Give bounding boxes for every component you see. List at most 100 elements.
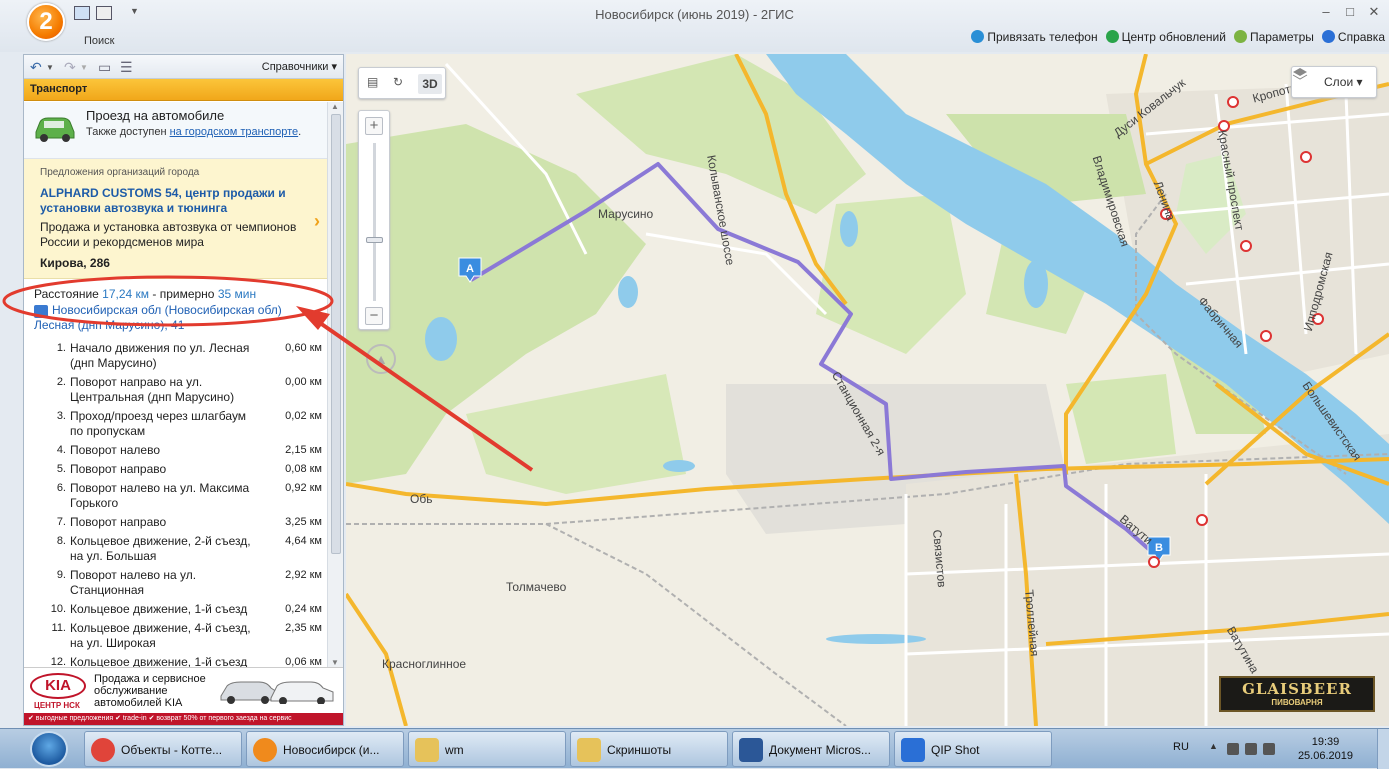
title-bar: 2 ▼ Поиск Новосибирск (июнь 2019) - 2ГИС… [0, 0, 1389, 52]
route-step-text: Начало движения по ул. Лесная (днп Марус… [70, 341, 250, 370]
tray-expand-icon[interactable]: ▲ [1209, 741, 1218, 751]
close-button[interactable]: ✕ [1363, 4, 1385, 20]
link-phone-button[interactable]: Привязать телефон [971, 30, 1098, 44]
zoom-track[interactable] [373, 143, 376, 301]
taskbar-item-label: Новосибирск (и... [283, 743, 380, 757]
clock-time: 19:39 [1311, 736, 1340, 748]
settings-label: Параметры [1249, 30, 1314, 44]
scrollbar-thumb[interactable] [331, 114, 341, 554]
list-icon[interactable]: ☰ [120, 59, 133, 76]
route-step-text: Поворот направо на ул. Центральная (днп … [70, 375, 235, 404]
update-icon [1105, 30, 1119, 43]
taskbar-item-label: QIP Shot [931, 743, 980, 757]
glaisbeer-ad[interactable]: GLAISBEER ПИВОВАРНЯ [1219, 676, 1375, 712]
route-step[interactable]: 3. Проход/проезд через шлагбаум по пропус… [24, 409, 328, 443]
search-tab[interactable]: Поиск [84, 35, 114, 47]
route-step-distance: 2,35 км [285, 622, 322, 634]
print-panel-icon[interactable]: ▭ [98, 59, 111, 76]
route-step-distance: 2,15 км [285, 444, 322, 456]
show-desktop-button[interactable] [1377, 729, 1389, 769]
route-step[interactable]: 7. Поворот направо 3,25 км [24, 515, 328, 534]
maximize-button[interactable]: □ [1339, 4, 1361, 20]
panel-scrollbar[interactable]: ▲ ▼ [327, 102, 343, 667]
3d-button[interactable]: 3D [418, 74, 442, 94]
route-step[interactable]: 8. Кольцевое движение, 2-й съезд, на ул. … [24, 534, 328, 568]
map-tools: ▤ ↻ 3D [358, 67, 446, 99]
route-step-distance: 0,06 км [285, 656, 322, 667]
route-step[interactable]: 6. Поворот налево на ул. Максима Горького… [24, 481, 328, 515]
route-step-distance: 3,25 км [285, 516, 322, 528]
route-step-text: Поворот налево на ул. Максима Горького [70, 481, 250, 510]
ruler-icon[interactable]: ▤ [367, 75, 378, 89]
taskbar-item-word[interactable]: Документ Micros... [732, 731, 890, 767]
car-route-title: Проезд на автомобиле [86, 108, 225, 123]
kia-logo: KIA [30, 673, 86, 699]
network-icon[interactable] [1227, 743, 1239, 755]
taskbar-item-screenshots[interactable]: Скриншоты [570, 731, 728, 767]
map-view[interactable]: A B Марусино Колыванское шоссе Станционн… [346, 54, 1389, 726]
settings-button[interactable]: Параметры [1233, 30, 1314, 44]
route-step-number: 11. [51, 622, 66, 634]
route-step[interactable]: 2. Поворот направо на ул. Центральная (дн… [24, 375, 328, 409]
app-window: 2 ▼ Поиск Новосибирск (июнь 2019) - 2ГИС… [0, 0, 1389, 728]
layers-icon [1292, 68, 1308, 80]
route-step-text: Кольцевое движение, 2-й съезд, на ул. Бо… [70, 534, 251, 563]
route-step-number: 12. [50, 656, 66, 667]
route-start-address[interactable]: Новосибирская обл (Новосибирская обл) Ле… [24, 303, 328, 335]
start-button[interactable] [30, 731, 68, 767]
scroll-up-icon[interactable]: ▲ [331, 102, 339, 111]
route-steps: 1. Начало движения по ул. Лесная (днп Мар… [24, 335, 328, 667]
back-icon[interactable]: ↶ [30, 59, 42, 76]
layers-button[interactable]: Слои ▾ [1291, 66, 1377, 98]
route-step[interactable]: 11. Кольцевое движение, 4-й съезд, на ул.… [24, 621, 328, 655]
map-label-tolmachevo: Толмачево [506, 580, 567, 594]
route-step-text: Проход/проезд через шлагбаум по пропуска… [70, 409, 247, 438]
update-center-label: Центр обновлений [1121, 30, 1226, 44]
scroll-down-icon[interactable]: ▼ [331, 658, 339, 667]
route-step[interactable]: 5. Поворот направо 0,08 км [24, 462, 328, 481]
clock-date: 25.06.2019 [1297, 750, 1353, 762]
system-tray: RU ▲ 19:39 25.06.2019 [1169, 729, 1389, 769]
taskbar-item-wm[interactable]: wm [408, 731, 566, 767]
kia-offers-strip: ✔ выгодные предложения ✔ trade-in ✔ возв… [24, 713, 343, 725]
company-ad[interactable]: Предложения организаций города ALPHARD C… [24, 159, 328, 279]
rotate-icon[interactable]: ↻ [393, 75, 403, 89]
route-step-distance: 0,08 км [285, 463, 322, 475]
battery-icon[interactable] [1245, 743, 1257, 755]
clock[interactable]: 19:39 25.06.2019 [1298, 735, 1353, 763]
zoom-slider-knob[interactable] [366, 237, 383, 243]
minimize-button[interactable]: ‒ [1315, 4, 1337, 20]
kia-center-label: ЦЕНТР НСК [34, 701, 80, 710]
route-step-number: 3. [56, 410, 66, 422]
route-step[interactable]: 1. Начало движения по ул. Лесная (днп Мар… [24, 341, 328, 375]
forward-dropdown-icon[interactable]: ▼ [80, 63, 88, 72]
route-step[interactable]: 9. Поворот налево на ул. Станционная 2,92 … [24, 568, 328, 602]
zoom-out-button[interactable]: − [365, 307, 383, 325]
panel-header: Транспорт [24, 79, 343, 101]
route-step-number: 5. [56, 463, 66, 475]
forward-icon[interactable]: ↷ [64, 59, 76, 76]
help-button[interactable]: Справка [1321, 30, 1385, 44]
route-step-text: Поворот направо [70, 515, 167, 529]
help-label: Справка [1337, 30, 1385, 44]
back-dropdown-icon[interactable]: ▼ [46, 63, 54, 72]
chevron-right-icon[interactable]: › [314, 211, 320, 232]
directories-dropdown[interactable]: Справочники ▾ [262, 60, 337, 73]
kia-banner[interactable]: KIA ЦЕНТР НСК Продажа и сервисное обслуж… [24, 667, 343, 725]
zoom-in-button[interactable]: + [365, 117, 383, 135]
ad-heading: Предложения организаций города [40, 167, 200, 178]
taskbar-item-qipshot[interactable]: QIP Shot [894, 731, 1052, 767]
route-step[interactable]: 4. Поворот налево 2,15 км [24, 443, 328, 462]
taskbar-item-chrome[interactable]: Объекты - Котте... [84, 731, 242, 767]
public-transport-link[interactable]: на городском транспорте [170, 126, 299, 138]
volume-icon[interactable] [1263, 743, 1275, 755]
route-step[interactable]: 12. Кольцевое движение, 1-й съезд 0,06 км [24, 655, 328, 667]
zoom-control: + − [358, 110, 390, 330]
update-center-button[interactable]: Центр обновлений [1105, 30, 1226, 44]
compass-icon[interactable]: ▲ [366, 344, 396, 374]
route-step-distance: 0,92 км [285, 482, 322, 494]
language-indicator[interactable]: RU [1173, 741, 1189, 753]
route-step[interactable]: 10. Кольцевое движение, 1-й съезд 0,24 км [24, 602, 328, 621]
taskbar-item-2gis[interactable]: Новосибирск (и... [246, 731, 404, 767]
ad-company-name[interactable]: ALPHARD CUSTOMS 54, центр продажи и уста… [40, 186, 290, 216]
